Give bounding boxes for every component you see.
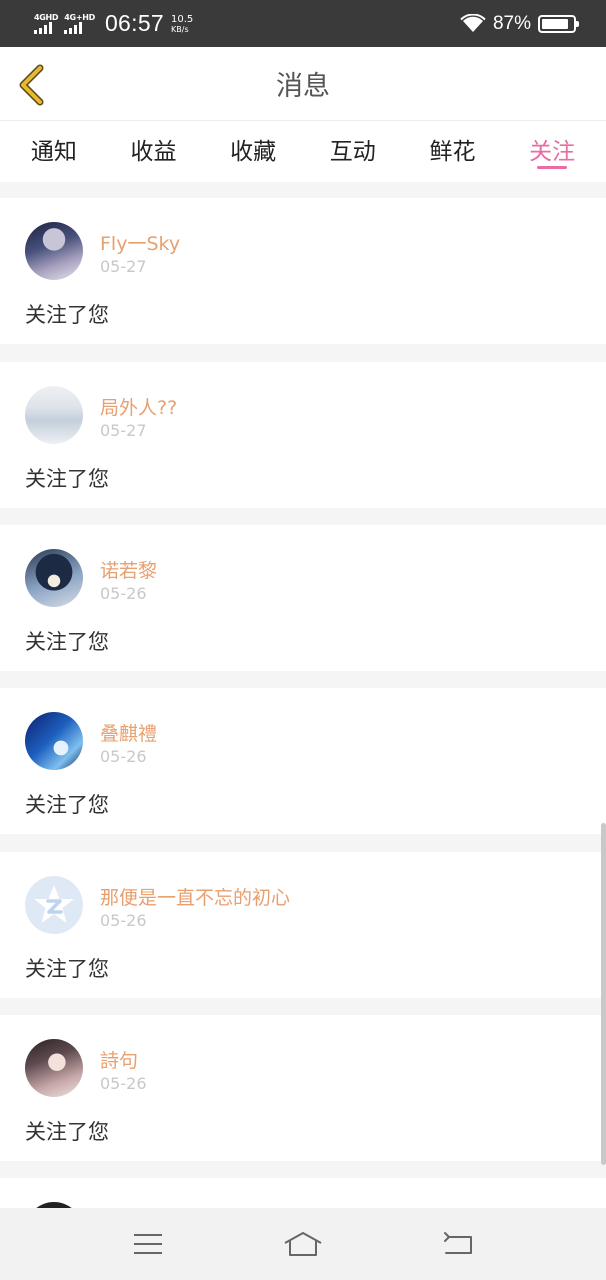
page-title: 消息 xyxy=(276,71,330,102)
list-item[interactable] xyxy=(0,1178,606,1208)
list-item[interactable]: Fly一Sky 05-27 关注了您 xyxy=(0,198,606,344)
avatar[interactable] xyxy=(25,222,83,280)
tab-follows[interactable]: 关注 xyxy=(507,121,597,182)
network-speed-unit: KB/s xyxy=(171,24,189,34)
status-time: 06:57 xyxy=(104,10,165,36)
avatar[interactable] xyxy=(25,386,83,444)
username[interactable]: 诺若黎 xyxy=(100,556,157,583)
username[interactable]: 局外人?? xyxy=(100,393,177,420)
item-message: 关注了您 xyxy=(25,1120,109,1144)
home-icon xyxy=(284,1232,322,1256)
follow-feed[interactable]: Fly一Sky 05-27 关注了您 局外人?? 05-27 关注了您 诺若黎 … xyxy=(0,182,606,1208)
list-item[interactable]: 诺若黎 05-26 关注了您 xyxy=(0,525,606,671)
nav-back-button[interactable] xyxy=(438,1224,478,1264)
network-speed: 10.5 KB/s xyxy=(171,14,193,34)
signal-sim1-icon: 4GHD xyxy=(34,13,59,34)
status-bar: 4GHD 4G+HD 06:57 10.5 KB/s 87% xyxy=(0,0,606,47)
chevron-left-icon xyxy=(19,64,44,106)
sim2-label: 4G+HD xyxy=(64,13,95,22)
item-date: 05-27 xyxy=(100,421,147,440)
tab-earnings[interactable]: 收益 xyxy=(108,121,198,182)
battery-fill xyxy=(542,18,569,29)
sim1-label: 4GHD xyxy=(34,13,59,22)
item-message: 关注了您 xyxy=(25,303,109,327)
avatar[interactable] xyxy=(25,876,83,934)
item-message: 关注了您 xyxy=(25,793,109,817)
menu-icon xyxy=(133,1234,162,1254)
avatar[interactable] xyxy=(25,549,83,607)
default-avatar-icon xyxy=(34,885,74,923)
username[interactable]: 叠麒禮 xyxy=(100,719,157,746)
header-bar: 消息 xyxy=(0,47,606,121)
item-message: 关注了您 xyxy=(25,467,109,491)
list-item[interactable]: 那便是一直不忘的初心 05-26 关注了您 xyxy=(0,852,606,998)
item-date: 05-26 xyxy=(100,584,147,603)
username[interactable]: Fly一Sky xyxy=(100,229,180,256)
system-nav-bar xyxy=(0,1208,606,1280)
item-date: 05-27 xyxy=(100,257,147,276)
battery-percentage: 87% xyxy=(492,12,531,34)
list-item[interactable]: 叠麒禮 05-26 关注了您 xyxy=(0,688,606,834)
battery-icon xyxy=(538,14,579,33)
network-speed-value: 10.5 xyxy=(171,13,194,25)
nav-home-button[interactable] xyxy=(283,1224,323,1264)
username[interactable]: 詩句 xyxy=(100,1046,138,1073)
item-message: 关注了您 xyxy=(25,630,109,654)
signal-sim2-icon: 4G+HD xyxy=(64,13,95,34)
item-message: 关注了您 xyxy=(25,957,109,981)
tab-notifications[interactable]: 通知 xyxy=(9,121,99,182)
tab-favorites[interactable]: 收藏 xyxy=(208,121,298,182)
tab-flowers[interactable]: 鲜花 xyxy=(407,121,497,182)
item-date: 05-26 xyxy=(100,747,147,766)
avatar[interactable] xyxy=(25,1039,83,1097)
tab-bar: 通知 收益 收藏 互动 鲜花 关注 xyxy=(0,121,606,182)
list-item[interactable]: 詩句 05-26 关注了您 xyxy=(0,1015,606,1161)
avatar[interactable] xyxy=(25,712,83,770)
tab-interactions[interactable]: 互动 xyxy=(308,121,398,182)
scrollbar[interactable] xyxy=(601,823,606,1165)
back-arrow-icon xyxy=(444,1232,473,1254)
username[interactable]: 那便是一直不忘的初心 xyxy=(100,883,290,910)
wifi-icon xyxy=(460,13,486,32)
item-date: 05-26 xyxy=(100,911,147,930)
nav-menu-button[interactable] xyxy=(128,1224,168,1264)
back-button[interactable] xyxy=(14,63,50,107)
item-date: 05-26 xyxy=(100,1074,147,1093)
list-item[interactable]: 局外人?? 05-27 关注了您 xyxy=(0,362,606,508)
